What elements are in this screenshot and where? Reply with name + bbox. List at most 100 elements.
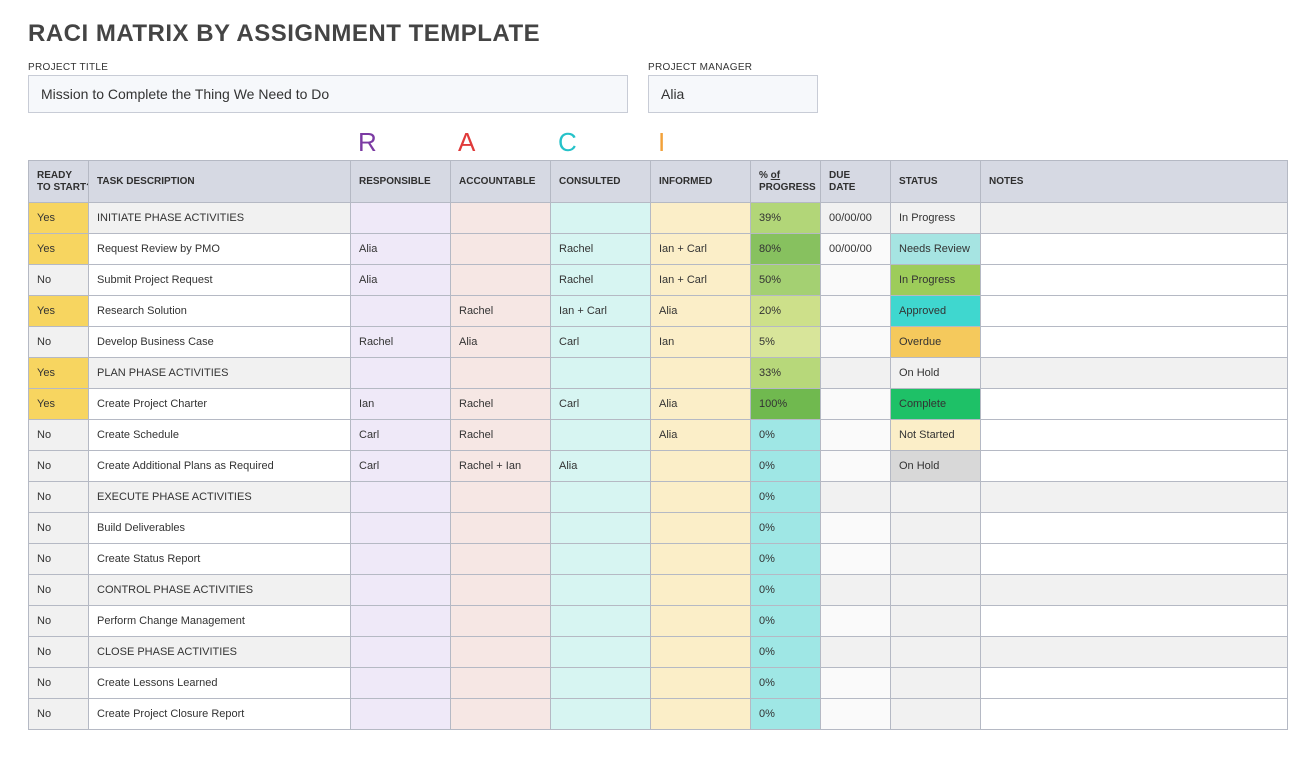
cell-c[interactable]: Rachel [551,234,651,265]
cell-stat[interactable]: Overdue [891,327,981,358]
cell-due[interactable] [821,389,891,420]
cell-r[interactable] [351,544,451,575]
cell-due[interactable] [821,420,891,451]
cell-i[interactable] [651,699,751,730]
cell-notes[interactable] [981,358,1288,389]
cell-c[interactable]: Carl [551,327,651,358]
cell-ready[interactable]: Yes [29,203,89,234]
cell-i[interactable] [651,513,751,544]
cell-notes[interactable] [981,699,1288,730]
cell-c[interactable]: Carl [551,389,651,420]
cell-prog[interactable]: 0% [751,482,821,513]
cell-prog[interactable]: 50% [751,265,821,296]
cell-i[interactable]: Alia [651,420,751,451]
cell-prog[interactable]: 0% [751,637,821,668]
cell-task[interactable]: EXECUTE PHASE ACTIVITIES [89,482,351,513]
cell-a[interactable] [451,265,551,296]
cell-c[interactable] [551,575,651,606]
cell-notes[interactable] [981,668,1288,699]
cell-a[interactable]: Rachel + Ian [451,451,551,482]
cell-stat[interactable] [891,606,981,637]
cell-ready[interactable]: No [29,544,89,575]
cell-a[interactable] [451,699,551,730]
cell-ready[interactable]: Yes [29,234,89,265]
cell-c[interactable]: Rachel [551,265,651,296]
cell-ready[interactable]: No [29,451,89,482]
cell-task[interactable]: Create Status Report [89,544,351,575]
cell-ready[interactable]: No [29,513,89,544]
cell-prog[interactable]: 39% [751,203,821,234]
cell-notes[interactable] [981,575,1288,606]
cell-i[interactable] [651,482,751,513]
cell-due[interactable]: 00/00/00 [821,234,891,265]
cell-stat[interactable] [891,637,981,668]
cell-due[interactable] [821,668,891,699]
cell-notes[interactable] [981,327,1288,358]
cell-prog[interactable]: 0% [751,606,821,637]
cell-r[interactable]: Carl [351,420,451,451]
cell-task[interactable]: PLAN PHASE ACTIVITIES [89,358,351,389]
cell-ready[interactable]: No [29,699,89,730]
cell-prog[interactable]: 0% [751,544,821,575]
cell-notes[interactable] [981,420,1288,451]
cell-ready[interactable]: No [29,482,89,513]
cell-notes[interactable] [981,234,1288,265]
cell-notes[interactable] [981,544,1288,575]
cell-stat[interactable]: Not Started [891,420,981,451]
cell-a[interactable] [451,234,551,265]
cell-c[interactable] [551,420,651,451]
cell-prog[interactable]: 0% [751,451,821,482]
cell-ready[interactable]: No [29,606,89,637]
cell-i[interactable] [651,668,751,699]
cell-a[interactable]: Alia [451,327,551,358]
cell-stat[interactable]: Needs Review [891,234,981,265]
cell-task[interactable]: Create Schedule [89,420,351,451]
cell-stat[interactable] [891,544,981,575]
cell-i[interactable] [651,544,751,575]
cell-a[interactable] [451,544,551,575]
cell-c[interactable] [551,203,651,234]
cell-prog[interactable]: 0% [751,420,821,451]
cell-i[interactable] [651,637,751,668]
cell-stat[interactable]: In Progress [891,265,981,296]
cell-a[interactable] [451,513,551,544]
cell-due[interactable] [821,544,891,575]
cell-stat[interactable]: On Hold [891,358,981,389]
cell-ready[interactable]: No [29,265,89,296]
cell-due[interactable]: 00/00/00 [821,203,891,234]
cell-task[interactable]: Develop Business Case [89,327,351,358]
cell-due[interactable] [821,606,891,637]
cell-a[interactable] [451,668,551,699]
cell-task[interactable]: Create Project Closure Report [89,699,351,730]
project-manager-value[interactable]: Alia [648,75,818,113]
cell-r[interactable] [351,482,451,513]
cell-c[interactable]: Ian + Carl [551,296,651,327]
cell-prog[interactable]: 0% [751,575,821,606]
cell-task[interactable]: Create Additional Plans as Required [89,451,351,482]
cell-prog[interactable]: 33% [751,358,821,389]
cell-due[interactable] [821,327,891,358]
cell-task[interactable]: CLOSE PHASE ACTIVITIES [89,637,351,668]
cell-stat[interactable]: Approved [891,296,981,327]
cell-r[interactable] [351,203,451,234]
cell-c[interactable] [551,668,651,699]
cell-r[interactable] [351,699,451,730]
cell-prog[interactable]: 80% [751,234,821,265]
cell-stat[interactable] [891,668,981,699]
cell-notes[interactable] [981,513,1288,544]
cell-r[interactable] [351,668,451,699]
cell-r[interactable]: Rachel [351,327,451,358]
cell-r[interactable]: Ian [351,389,451,420]
cell-task[interactable]: Create Lessons Learned [89,668,351,699]
cell-i[interactable]: Alia [651,296,751,327]
cell-due[interactable] [821,513,891,544]
cell-prog[interactable]: 20% [751,296,821,327]
cell-due[interactable] [821,637,891,668]
cell-notes[interactable] [981,637,1288,668]
cell-task[interactable]: Request Review by PMO [89,234,351,265]
cell-stat[interactable]: On Hold [891,451,981,482]
cell-due[interactable] [821,482,891,513]
cell-a[interactable]: Rachel [451,420,551,451]
cell-due[interactable] [821,699,891,730]
cell-prog[interactable]: 5% [751,327,821,358]
